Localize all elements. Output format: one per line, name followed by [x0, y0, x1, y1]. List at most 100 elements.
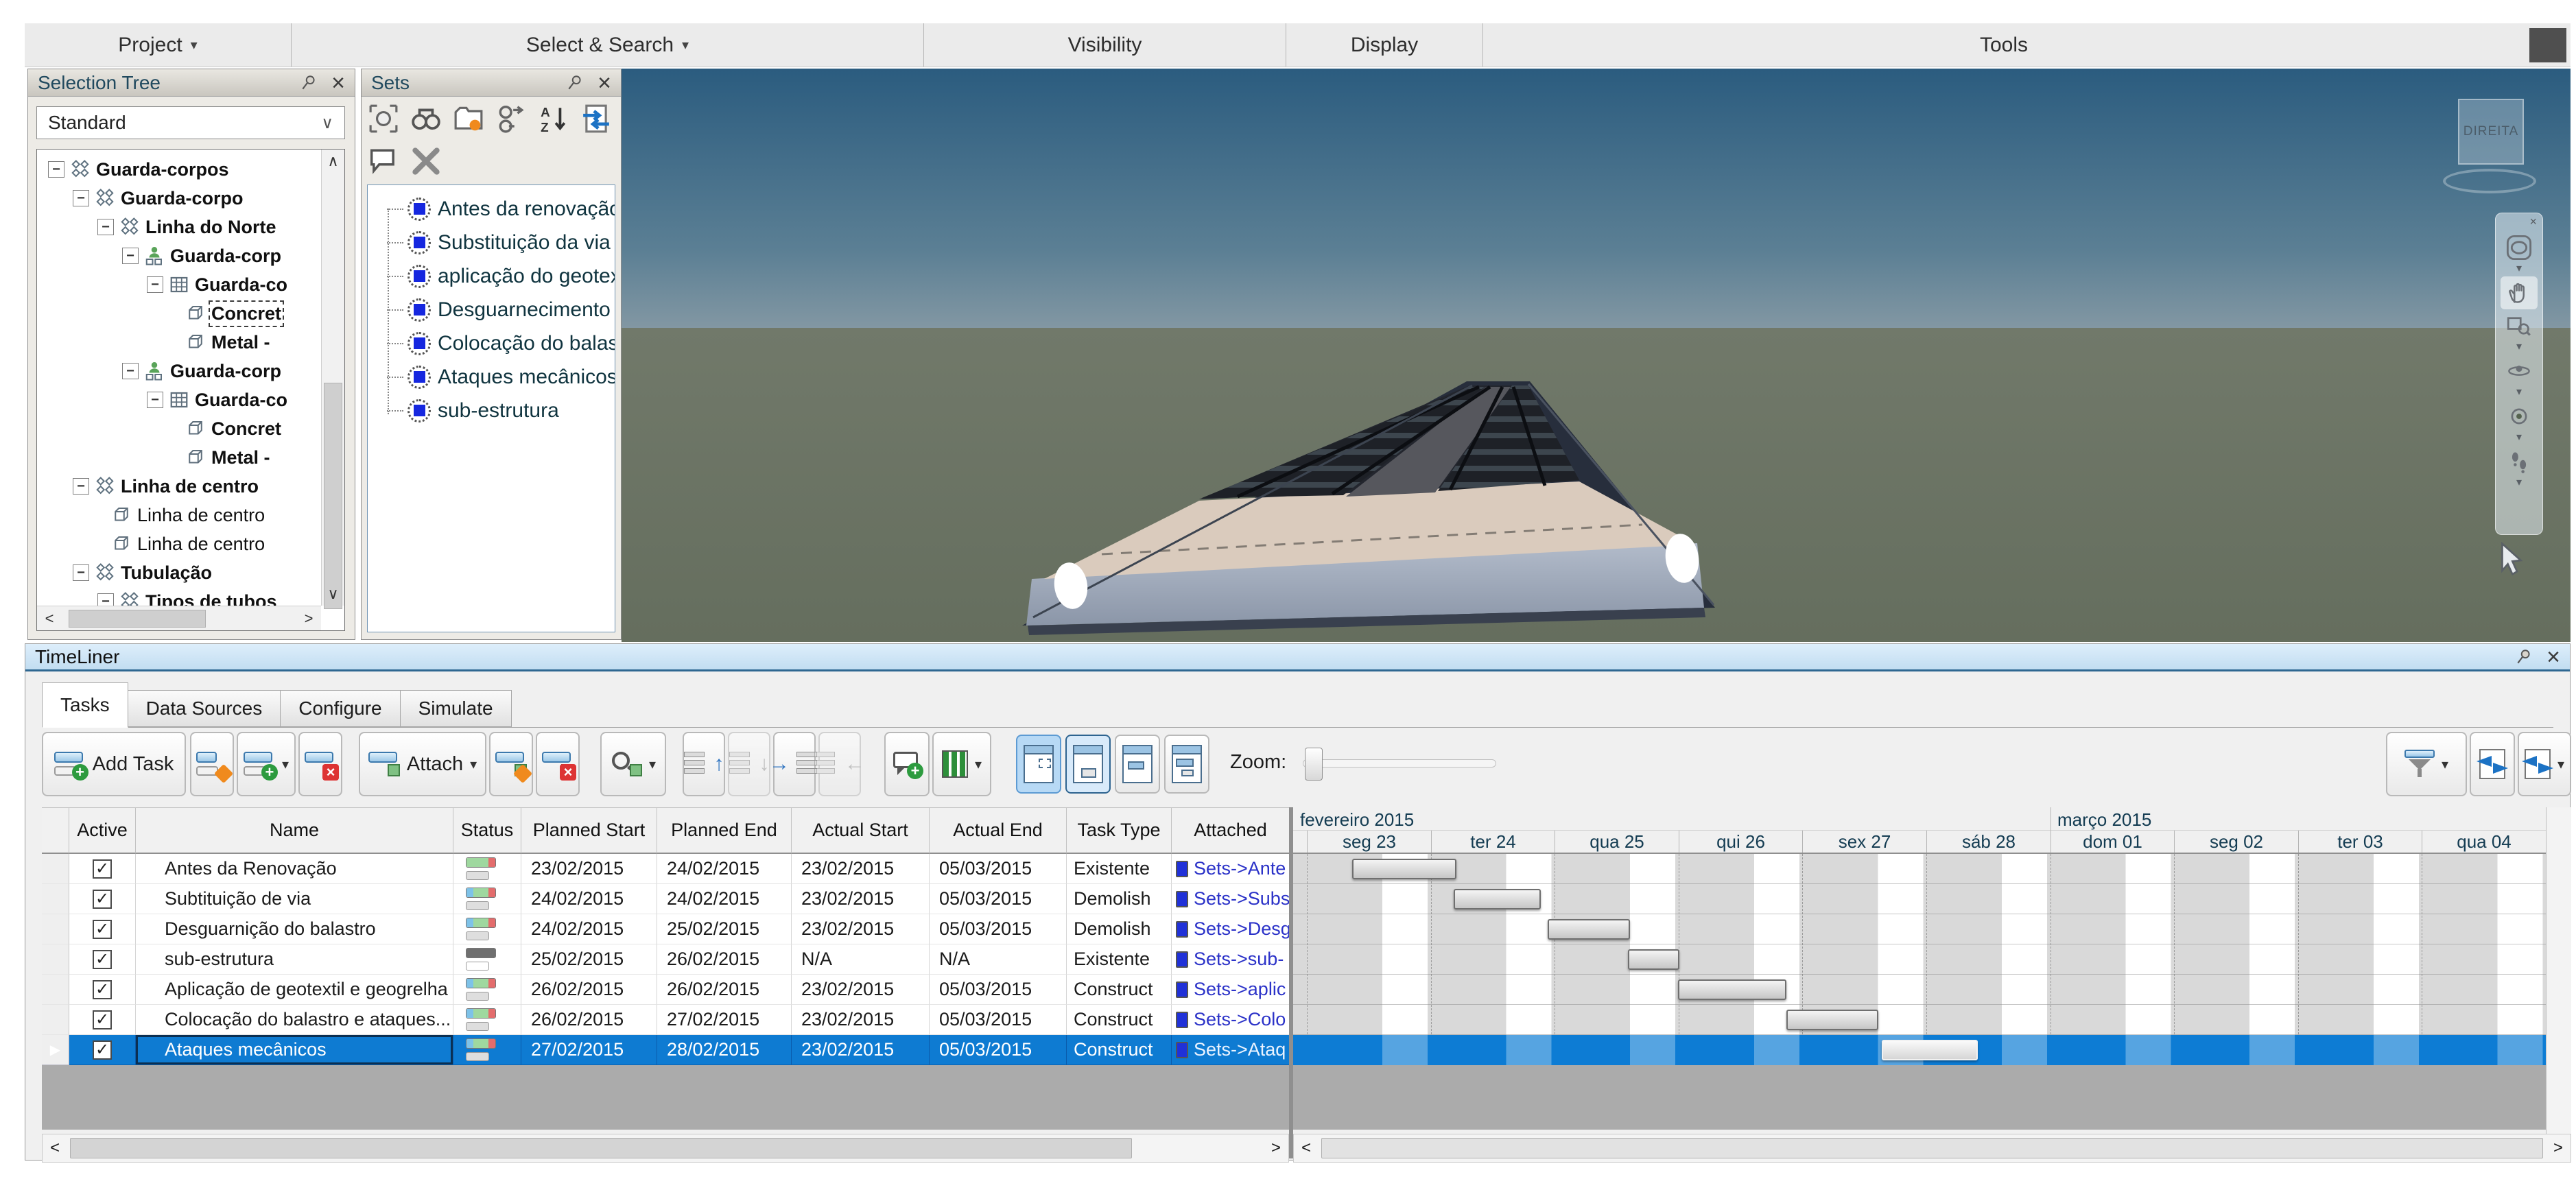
gantt-vertical-scroll-track[interactable]	[2546, 807, 2571, 1158]
table-row[interactable]: ✓ Colocação do balastro e ataques... 26/…	[42, 1005, 1289, 1035]
collapse-icon[interactable]: −	[97, 219, 114, 235]
collapse-icon[interactable]: −	[122, 248, 139, 264]
move-down-button[interactable]: ↓	[728, 732, 770, 796]
column-header-actual-start[interactable]: Actual Start	[792, 808, 930, 854]
collapse-icon[interactable]: −	[147, 392, 163, 408]
indent-button[interactable]: →	[769, 732, 817, 796]
table-row[interactable]: ✓ Subtituição de via 24/02/2015 24/02/20…	[42, 884, 1289, 914]
collapse-icon[interactable]: −	[73, 478, 89, 495]
tree-node[interactable]: − Linha de centro	[37, 472, 344, 501]
attached-link[interactable]: Sets->Ataq	[1194, 1039, 1286, 1060]
collapse-icon[interactable]: −	[73, 564, 89, 581]
tab-data-sources[interactable]: Data Sources	[128, 690, 281, 727]
tree-vertical-scrollbar[interactable]: ∧ ∨	[321, 150, 344, 609]
delete-icon[interactable]	[411, 146, 441, 176]
list-item[interactable]: Substituição da via	[368, 226, 615, 259]
chevron-down-icon[interactable]: ▾	[2516, 342, 2522, 355]
table-row[interactable]: ✓ Desguarnição do balastro 24/02/2015 25…	[42, 914, 1289, 944]
view-gantt-bottom-button[interactable]	[1065, 735, 1111, 794]
scroll-up-icon[interactable]: ∧	[322, 150, 344, 170]
tab-configure[interactable]: Configure	[281, 690, 401, 727]
sets-titlebar[interactable]: Sets ×	[362, 69, 621, 97]
active-checkbox[interactable]: ✓	[93, 919, 112, 939]
active-checkbox[interactable]: ✓	[93, 859, 112, 879]
tree-node[interactable]: − Guarda-corp	[37, 241, 344, 270]
tree-node[interactable]: − Guarda-corp	[37, 357, 344, 385]
timeliner-titlebar[interactable]: TimeLiner ×	[25, 644, 2570, 671]
move-up-button[interactable]: ↑	[683, 732, 725, 796]
collapse-icon[interactable]: −	[73, 190, 89, 206]
column-header-attached[interactable]: Attached	[1172, 808, 1289, 854]
view-gantt-only-button[interactable]	[1164, 735, 1209, 794]
attached-link[interactable]: Sets->sub-	[1194, 949, 1284, 970]
duplicate-icon[interactable]	[496, 104, 526, 134]
table-row[interactable]: ✓ Aplicação de geotextil e geogrelha 26/…	[42, 975, 1289, 1005]
pin-icon[interactable]	[300, 74, 318, 92]
attached-link[interactable]: Sets->Desg	[1194, 918, 1289, 940]
chevron-down-icon[interactable]: ▾	[2516, 432, 2522, 445]
collapse-icon[interactable]: −	[147, 276, 163, 293]
column-header-task-type[interactable]: Task Type	[1067, 808, 1172, 854]
tree-horizontal-scrollbar[interactable]: < >	[37, 606, 321, 630]
table-horizontal-scrollbar[interactable]: < >	[42, 1134, 1289, 1163]
selection-tree-titlebar[interactable]: Selection Tree ×	[28, 69, 355, 97]
attached-link[interactable]: Sets->aplic	[1194, 979, 1286, 1000]
tab-simulate[interactable]: Simulate	[400, 690, 512, 727]
scroll-right-icon[interactable]: >	[2546, 1139, 2571, 1158]
tree-node[interactable]: Concret	[37, 414, 344, 443]
close-icon[interactable]: ×	[2529, 215, 2537, 229]
pan-tool-icon[interactable]	[2501, 276, 2538, 309]
3d-viewport[interactable]: DIREITA × ▾ ▾ ▾ ▾ ▾	[622, 69, 2571, 642]
list-item[interactable]: Antes da renovação	[368, 192, 615, 226]
insert-task-button[interactable]	[190, 732, 234, 796]
menu-visibility[interactable]: Visibility	[924, 23, 1286, 67]
column-header-actual-end[interactable]: Actual End	[930, 808, 1067, 854]
auto-attach-button[interactable]	[489, 732, 533, 796]
active-checkbox[interactable]: ✓	[93, 889, 112, 909]
zoom-slider[interactable]	[1303, 748, 1496, 781]
attach-button[interactable]: Attach ▾	[359, 732, 486, 796]
table-row[interactable]: ✓ sub-estrutura 25/02/2015 26/02/2015 N/…	[42, 944, 1289, 975]
window-control-block[interactable]	[2529, 27, 2566, 62]
import-export-icon[interactable]	[581, 104, 611, 134]
list-item[interactable]: aplicação do geotextil	[368, 259, 615, 293]
manage-sets-icon[interactable]	[453, 104, 484, 134]
close-icon[interactable]: ×	[2547, 645, 2560, 669]
outdent-button[interactable]: ←	[814, 732, 865, 796]
find-icon[interactable]	[411, 104, 441, 134]
columns-button[interactable]: ▾	[932, 732, 991, 796]
delete-task-button[interactable]: ×	[298, 732, 342, 796]
tree-node[interactable]: − Tubulação	[37, 558, 344, 587]
close-icon[interactable]: ×	[331, 71, 345, 95]
view-split-button[interactable]	[1115, 735, 1160, 794]
scroll-right-icon[interactable]: >	[1264, 1139, 1288, 1158]
tree-node[interactable]: Concret	[37, 299, 344, 328]
scrollbar-thumb[interactable]	[69, 609, 206, 628]
active-checkbox[interactable]: ✓	[93, 1040, 112, 1060]
table-row[interactable]: ✓ Antes da Renovação 23/02/2015 24/02/20…	[42, 854, 1289, 884]
menu-project[interactable]: Project ▾	[25, 23, 292, 67]
gantt-body[interactable]	[1293, 854, 2546, 1130]
scroll-down-icon[interactable]: ∨	[322, 585, 344, 603]
tree-node[interactable]: − Linha do Norte	[37, 213, 344, 241]
gantt-chart[interactable]: fevereiro 2015 março 2015 seg 23 ter 24 …	[1293, 807, 2546, 1130]
add-task-button[interactable]: + Add Task	[42, 732, 186, 796]
tree-node[interactable]: Linha de centro	[37, 529, 344, 558]
collapse-icon[interactable]: −	[122, 363, 139, 379]
tree-node[interactable]: − Guarda-corpos	[37, 155, 344, 184]
orbit-tool-icon[interactable]	[2501, 355, 2538, 388]
export-options-button[interactable]: ▾	[2518, 732, 2571, 796]
tree-node[interactable]: Linha de centro	[37, 501, 344, 529]
active-checkbox[interactable]: ✓	[93, 949, 112, 969]
tree-node[interactable]: − Guarda-co	[37, 385, 344, 414]
list-item[interactable]: Desguarnecimento do	[368, 293, 615, 326]
attached-link[interactable]: Sets->Colo	[1194, 1009, 1286, 1030]
list-item[interactable]: Colocação do balastro	[368, 326, 615, 360]
pin-icon[interactable]	[566, 74, 584, 92]
gantt-bar-task-7[interactable]	[1882, 1040, 1978, 1060]
walk-tool-icon[interactable]	[2501, 445, 2538, 478]
add-comment-button[interactable]: +	[884, 732, 930, 796]
column-header-active[interactable]: Active	[69, 808, 136, 854]
menu-tools[interactable]: Tools	[1483, 23, 2525, 67]
gantt-bar-task-1[interactable]	[1352, 859, 1456, 879]
